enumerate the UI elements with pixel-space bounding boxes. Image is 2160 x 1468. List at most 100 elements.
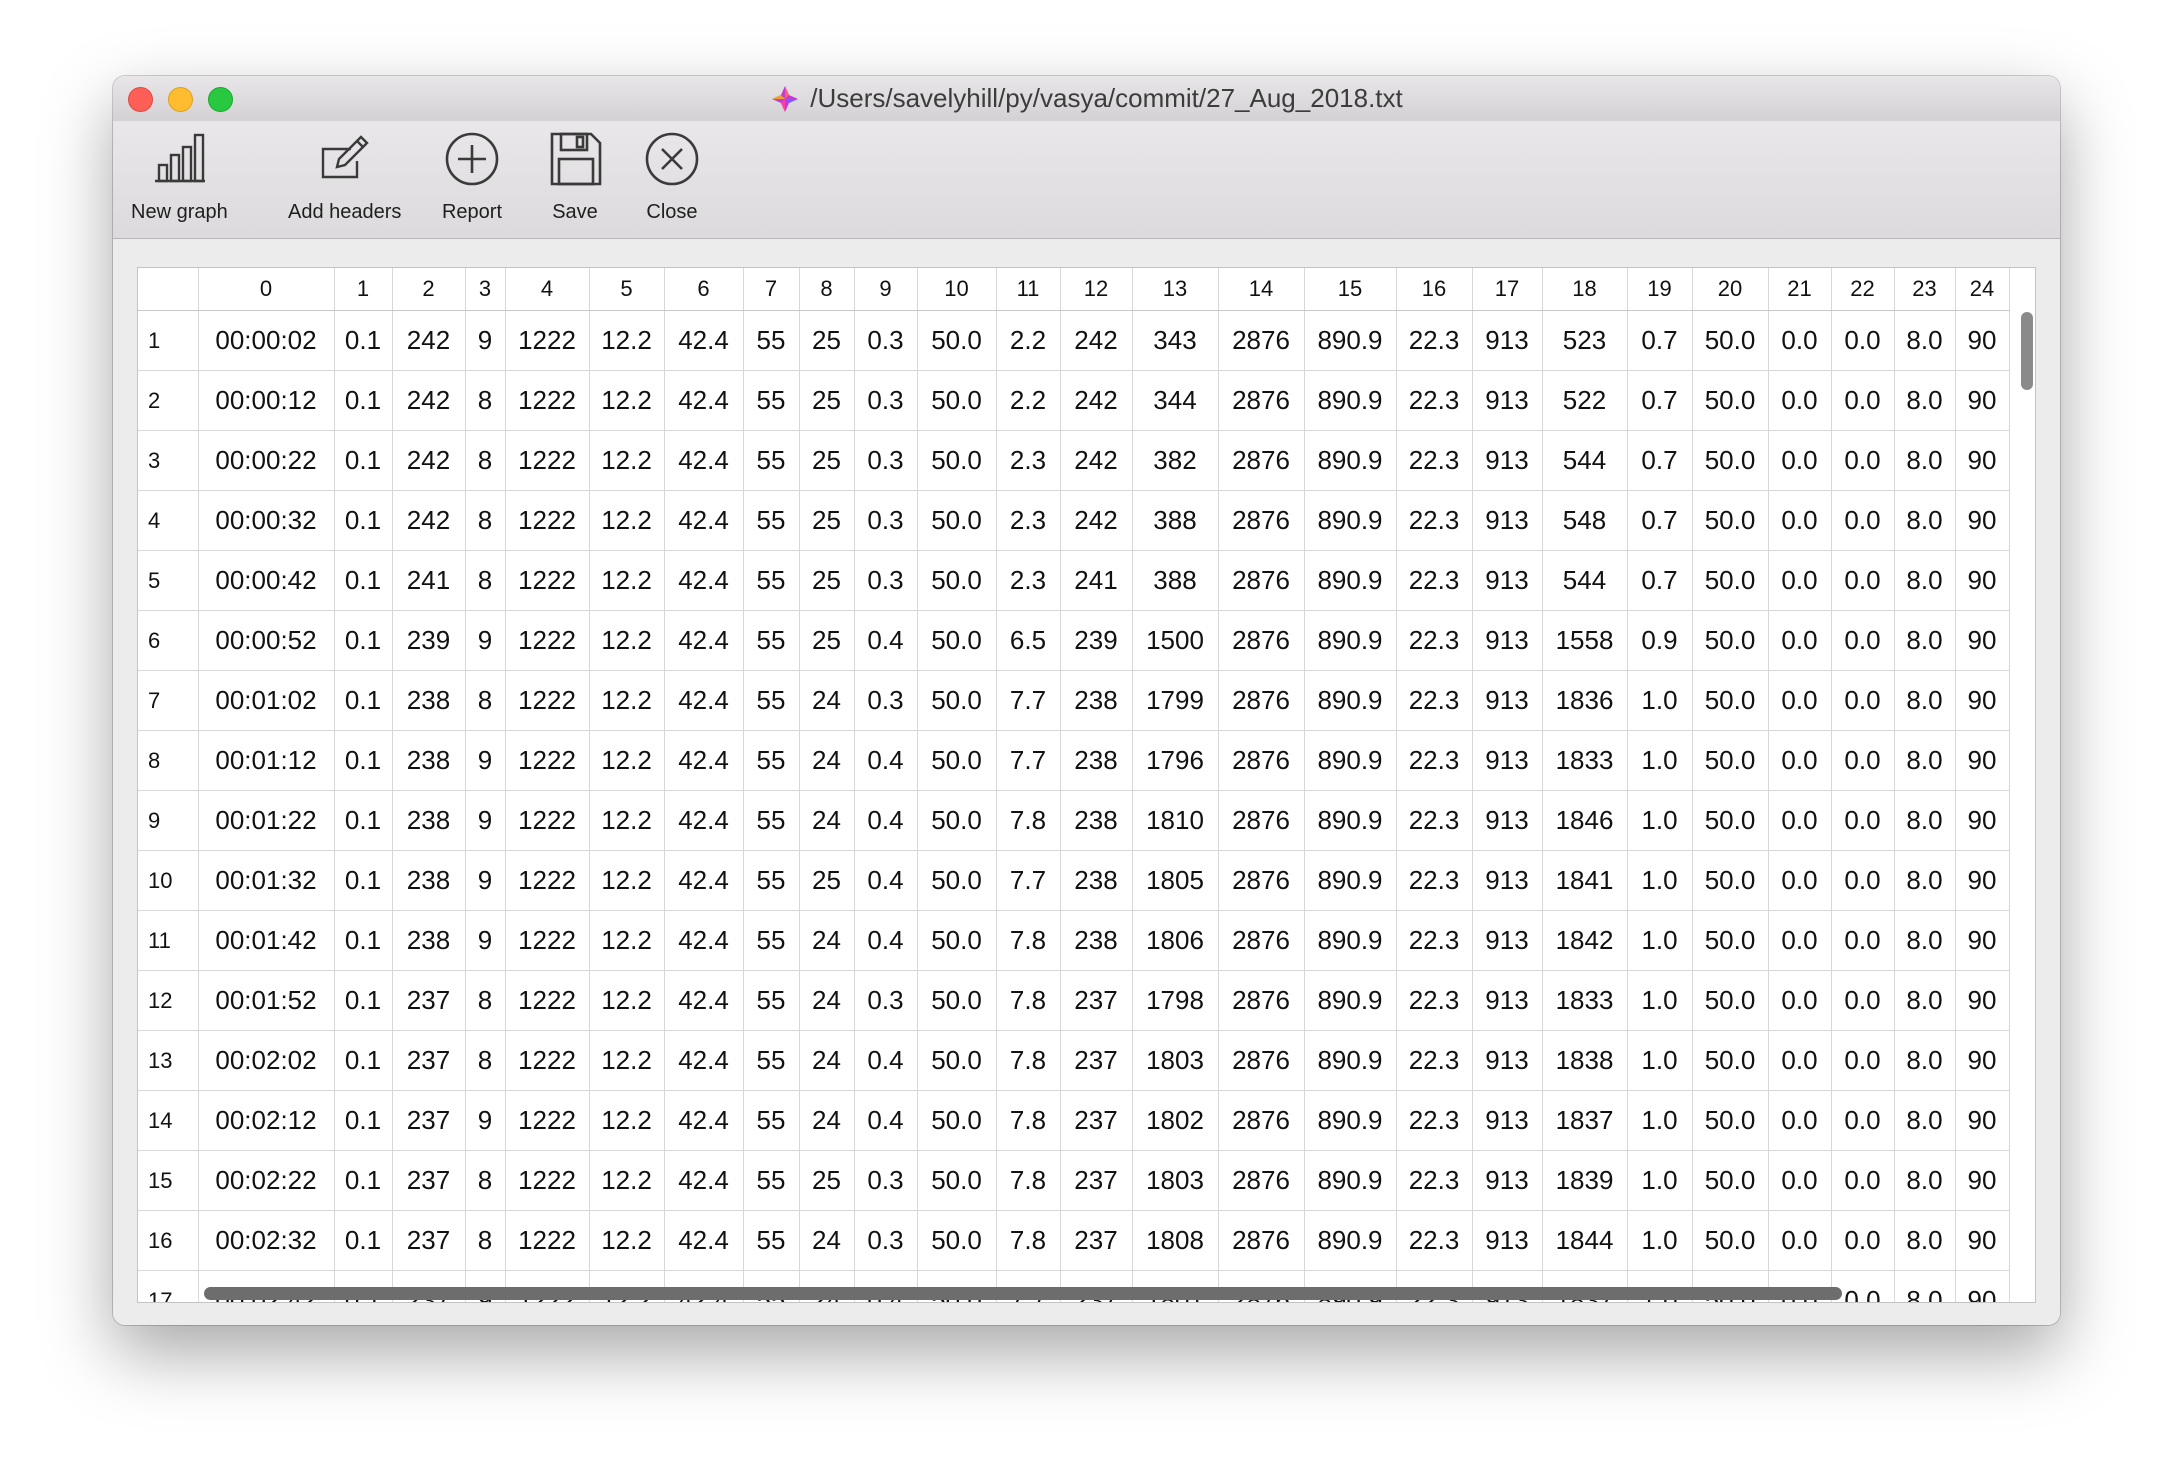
table-cell[interactable]: 0.1 xyxy=(334,1090,393,1151)
table-cell[interactable]: 1805 xyxy=(1132,850,1219,911)
table-cell[interactable]: 55 xyxy=(743,610,800,671)
table-cell[interactable]: 913 xyxy=(1472,310,1543,371)
table-cell[interactable]: 0.1 xyxy=(334,670,393,731)
table-cell[interactable]: 00:00:02 xyxy=(198,310,335,371)
table-cell[interactable]: 22.3 xyxy=(1396,1210,1473,1271)
table-cell[interactable]: 242 xyxy=(392,490,466,551)
table-cell[interactable]: 8 xyxy=(465,1210,506,1271)
table-cell[interactable]: 55 xyxy=(743,670,800,731)
table-cell[interactable]: 1.0 xyxy=(1627,670,1693,731)
table-cell[interactable]: 241 xyxy=(392,550,466,611)
table-cell[interactable]: 2876 xyxy=(1218,370,1305,431)
table-cell[interactable]: 24 xyxy=(799,1210,855,1271)
table-cell[interactable]: 12.2 xyxy=(589,1030,665,1091)
table-cell[interactable]: 9 xyxy=(465,790,506,851)
table-cell[interactable]: 1838 xyxy=(1542,1030,1628,1091)
table-cell[interactable]: 7.7 xyxy=(996,670,1061,731)
table-cell[interactable]: 1.0 xyxy=(1627,850,1693,911)
row-header[interactable]: 17 xyxy=(138,1270,199,1302)
column-header[interactable]: 5 xyxy=(589,268,665,311)
table-cell[interactable]: 8.0 xyxy=(1894,970,1956,1031)
column-header[interactable]: 4 xyxy=(505,268,590,311)
column-header[interactable]: 20 xyxy=(1692,268,1769,311)
table-cell[interactable]: 50.0 xyxy=(917,310,997,371)
table-cell[interactable]: 42.4 xyxy=(664,730,744,791)
table-cell[interactable]: 1842 xyxy=(1542,910,1628,971)
table-cell[interactable]: 90 xyxy=(1955,370,2010,431)
table-cell[interactable]: 12.2 xyxy=(589,370,665,431)
table-cell[interactable]: 25 xyxy=(799,490,855,551)
table-cell[interactable]: 90 xyxy=(1955,1270,2010,1302)
table-cell[interactable]: 388 xyxy=(1132,550,1219,611)
table-cell[interactable]: 9 xyxy=(465,1090,506,1151)
table-cell[interactable]: 890.9 xyxy=(1304,730,1397,791)
table-cell[interactable]: 1222 xyxy=(505,790,590,851)
column-header[interactable]: 12 xyxy=(1060,268,1133,311)
table-cell[interactable]: 50.0 xyxy=(917,670,997,731)
table-cell[interactable]: 913 xyxy=(1472,1150,1543,1211)
table-cell[interactable]: 242 xyxy=(1060,490,1133,551)
table-cell[interactable]: 1833 xyxy=(1542,970,1628,1031)
table-cell[interactable]: 8.0 xyxy=(1894,490,1956,551)
table-cell[interactable]: 12.2 xyxy=(589,970,665,1031)
table-cell[interactable]: 1222 xyxy=(505,670,590,731)
table-cell[interactable]: 8 xyxy=(465,970,506,1031)
table-cell[interactable]: 42.4 xyxy=(664,610,744,671)
table-cell[interactable]: 237 xyxy=(1060,1210,1133,1271)
table-cell[interactable]: 25 xyxy=(799,430,855,491)
table-cell[interactable]: 12.2 xyxy=(589,490,665,551)
table-cell[interactable]: 00:01:12 xyxy=(198,730,335,791)
table-cell[interactable]: 8 xyxy=(465,1030,506,1091)
table-cell[interactable]: 0.1 xyxy=(334,910,393,971)
new-graph-button[interactable]: New graph xyxy=(131,127,228,224)
table-cell[interactable]: 1222 xyxy=(505,850,590,911)
table-cell[interactable]: 00:00:32 xyxy=(198,490,335,551)
table-cell[interactable]: 00:00:42 xyxy=(198,550,335,611)
table-cell[interactable]: 22.3 xyxy=(1396,310,1473,371)
table-cell[interactable]: 1222 xyxy=(505,1210,590,1271)
table-cell[interactable]: 42.4 xyxy=(664,310,744,371)
table-cell[interactable]: 50.0 xyxy=(1692,670,1769,731)
table-cell[interactable]: 890.9 xyxy=(1304,610,1397,671)
table-cell[interactable]: 50.0 xyxy=(917,430,997,491)
table-cell[interactable]: 12.2 xyxy=(589,670,665,731)
table-cell[interactable]: 238 xyxy=(1060,730,1133,791)
table-cell[interactable]: 50.0 xyxy=(1692,1090,1769,1151)
table-cell[interactable]: 50.0 xyxy=(917,730,997,791)
table-cell[interactable]: 1.0 xyxy=(1627,970,1693,1031)
table-cell[interactable]: 42.4 xyxy=(664,1210,744,1271)
table-cell[interactable]: 1808 xyxy=(1132,1210,1219,1271)
table-cell[interactable]: 1798 xyxy=(1132,970,1219,1031)
table-cell[interactable]: 22.3 xyxy=(1396,730,1473,791)
row-header[interactable]: 16 xyxy=(138,1210,199,1271)
table-cell[interactable]: 90 xyxy=(1955,790,2010,851)
table-cell[interactable]: 1222 xyxy=(505,910,590,971)
table-cell[interactable]: 242 xyxy=(1060,310,1133,371)
table-cell[interactable]: 7.8 xyxy=(996,910,1061,971)
table-cell[interactable]: 7.7 xyxy=(996,730,1061,791)
column-header[interactable]: 6 xyxy=(664,268,744,311)
table-cell[interactable]: 25 xyxy=(799,550,855,611)
row-header[interactable]: 10 xyxy=(138,850,199,911)
table-cell[interactable]: 1846 xyxy=(1542,790,1628,851)
table-cell[interactable]: 890.9 xyxy=(1304,790,1397,851)
table-cell[interactable]: 7.8 xyxy=(996,970,1061,1031)
table-cell[interactable]: 90 xyxy=(1955,310,2010,371)
table-cell[interactable]: 0.1 xyxy=(334,970,393,1031)
table-cell[interactable]: 22.3 xyxy=(1396,550,1473,611)
table-cell[interactable]: 0.7 xyxy=(1627,490,1693,551)
table-cell[interactable]: 50.0 xyxy=(917,910,997,971)
report-button[interactable]: Report xyxy=(440,127,504,224)
table-cell[interactable]: 890.9 xyxy=(1304,1090,1397,1151)
table-cell[interactable]: 24 xyxy=(799,790,855,851)
table-cell[interactable]: 890.9 xyxy=(1304,310,1397,371)
table-cell[interactable]: 55 xyxy=(743,310,800,371)
table-cell[interactable]: 2876 xyxy=(1218,490,1305,551)
table-cell[interactable]: 2876 xyxy=(1218,850,1305,911)
table-cell[interactable]: 242 xyxy=(392,310,466,371)
table-cell[interactable]: 2876 xyxy=(1218,1150,1305,1211)
column-header[interactable]: 0 xyxy=(198,268,335,311)
table-cell[interactable]: 913 xyxy=(1472,610,1543,671)
row-header[interactable]: 14 xyxy=(138,1090,199,1151)
table-cell[interactable]: 238 xyxy=(1060,670,1133,731)
